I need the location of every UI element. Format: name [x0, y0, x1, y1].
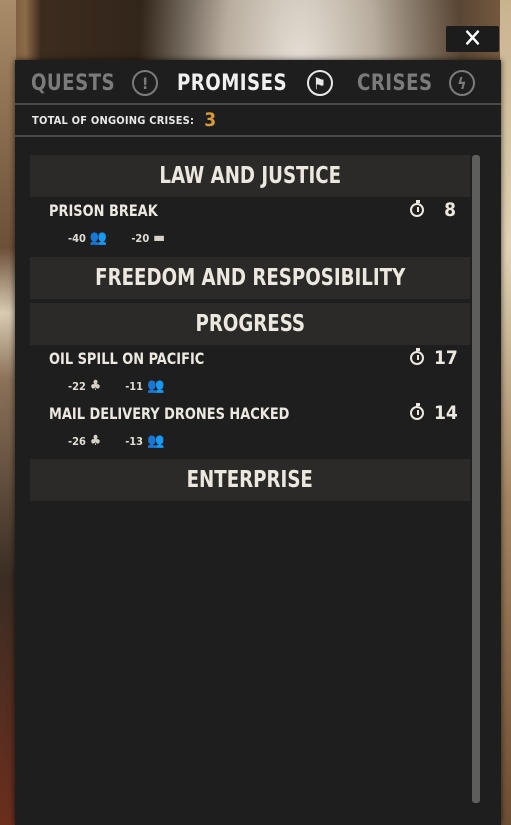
effect: -11 👥 [125, 379, 164, 393]
people-icon: 👥 [147, 378, 165, 394]
stopwatch-icon [410, 200, 424, 217]
people-icon: 👥 [89, 230, 108, 246]
timer-value: 8 [444, 199, 456, 221]
effect-value: -13 [125, 434, 144, 448]
timer-value: 17 [434, 347, 458, 369]
crisis-timer: 17 [410, 347, 458, 369]
stopwatch-icon [410, 403, 424, 420]
crisis-effects: -40 👥 -20 ▬ [68, 231, 189, 245]
background-right [500, 0, 511, 825]
category-header: PROGRESS [30, 303, 470, 345]
category-name: ENTERPRISE [186, 467, 314, 493]
tab-promises-label: PROMISES [177, 70, 288, 96]
category-name: PROGRESS [195, 311, 305, 337]
effect: -22 ♣ [68, 379, 101, 393]
crisis-panel: QUESTS ! PROMISES ⚑ CRISES ϟ TOTAL OF ON… [15, 60, 501, 825]
ecologist-icon: ♣ [89, 433, 102, 449]
crisis-summary: TOTAL OF ONGOING CRISES: 3 [15, 105, 501, 135]
tab-bar: QUESTS ! PROMISES ⚑ CRISES ϟ [15, 60, 501, 104]
background-left [0, 0, 16, 825]
effect: -40 👥 [68, 231, 107, 245]
lightning-icon: ϟ [449, 70, 476, 96]
crisis-list: LAW AND JUSTICE PRISON BREAK 8 -40 👥 -20… [30, 155, 470, 805]
effect-value: -40 [68, 231, 86, 245]
crisis-effects: -26 ♣ -13 👥 [68, 434, 189, 448]
crisis-title: OIL SPILL ON PACIFIC [49, 349, 205, 368]
scrollbar[interactable] [472, 155, 480, 803]
tab-crises-label: CRISES [357, 70, 433, 96]
tank-icon: ▬ [153, 230, 166, 246]
category-header: FREEDOM AND RESPOSIBILITY [30, 257, 470, 299]
crisis-item[interactable]: PRISON BREAK 8 -40 👥 -20 ▬ [30, 197, 470, 252]
effect: -20 ▬ [131, 231, 165, 245]
crisis-timer: 8 [410, 199, 456, 221]
tab-quests-label: QUESTS [31, 70, 116, 96]
effect-value: -26 [68, 434, 86, 448]
tab-crises[interactable]: CRISES ϟ [357, 66, 476, 100]
effect-value: -22 [68, 379, 86, 393]
stopwatch-icon [410, 348, 424, 365]
effect: -26 ♣ [68, 434, 101, 448]
exclamation-icon: ! [132, 70, 159, 96]
category-header: ENTERPRISE [30, 459, 470, 501]
timer-value: 14 [434, 402, 458, 424]
summary-label: TOTAL OF ONGOING CRISES: [32, 113, 195, 127]
divider [15, 135, 501, 137]
category-name: LAW AND JUSTICE [159, 163, 341, 189]
category-name: FREEDOM AND RESPOSIBILITY [94, 265, 406, 291]
people-icon: 👥 [147, 433, 165, 449]
effect-value: -20 [131, 231, 150, 245]
flag-icon: ⚑ [306, 70, 333, 96]
crisis-timer: 14 [410, 402, 458, 424]
crisis-title: PRISON BREAK [49, 201, 158, 220]
crisis-title: MAIL DELIVERY DRONES HACKED [49, 404, 290, 423]
effect-value: -11 [125, 379, 144, 393]
summary-count: 3 [204, 109, 217, 131]
ecologist-icon: ♣ [89, 378, 102, 394]
tab-promises[interactable]: PROMISES ⚑ [177, 66, 333, 100]
close-button[interactable]: ✕ [446, 26, 499, 52]
tab-quests[interactable]: QUESTS ! [31, 66, 159, 100]
crisis-effects: -22 ♣ -11 👥 [68, 379, 189, 393]
effect: -13 👥 [125, 434, 164, 448]
category-header: LAW AND JUSTICE [30, 155, 470, 197]
crisis-item[interactable]: MAIL DELIVERY DRONES HACKED 14 -26 ♣ -13… [30, 400, 470, 455]
crisis-item[interactable]: OIL SPILL ON PACIFIC 17 -22 ♣ -11 👥 [30, 345, 470, 400]
